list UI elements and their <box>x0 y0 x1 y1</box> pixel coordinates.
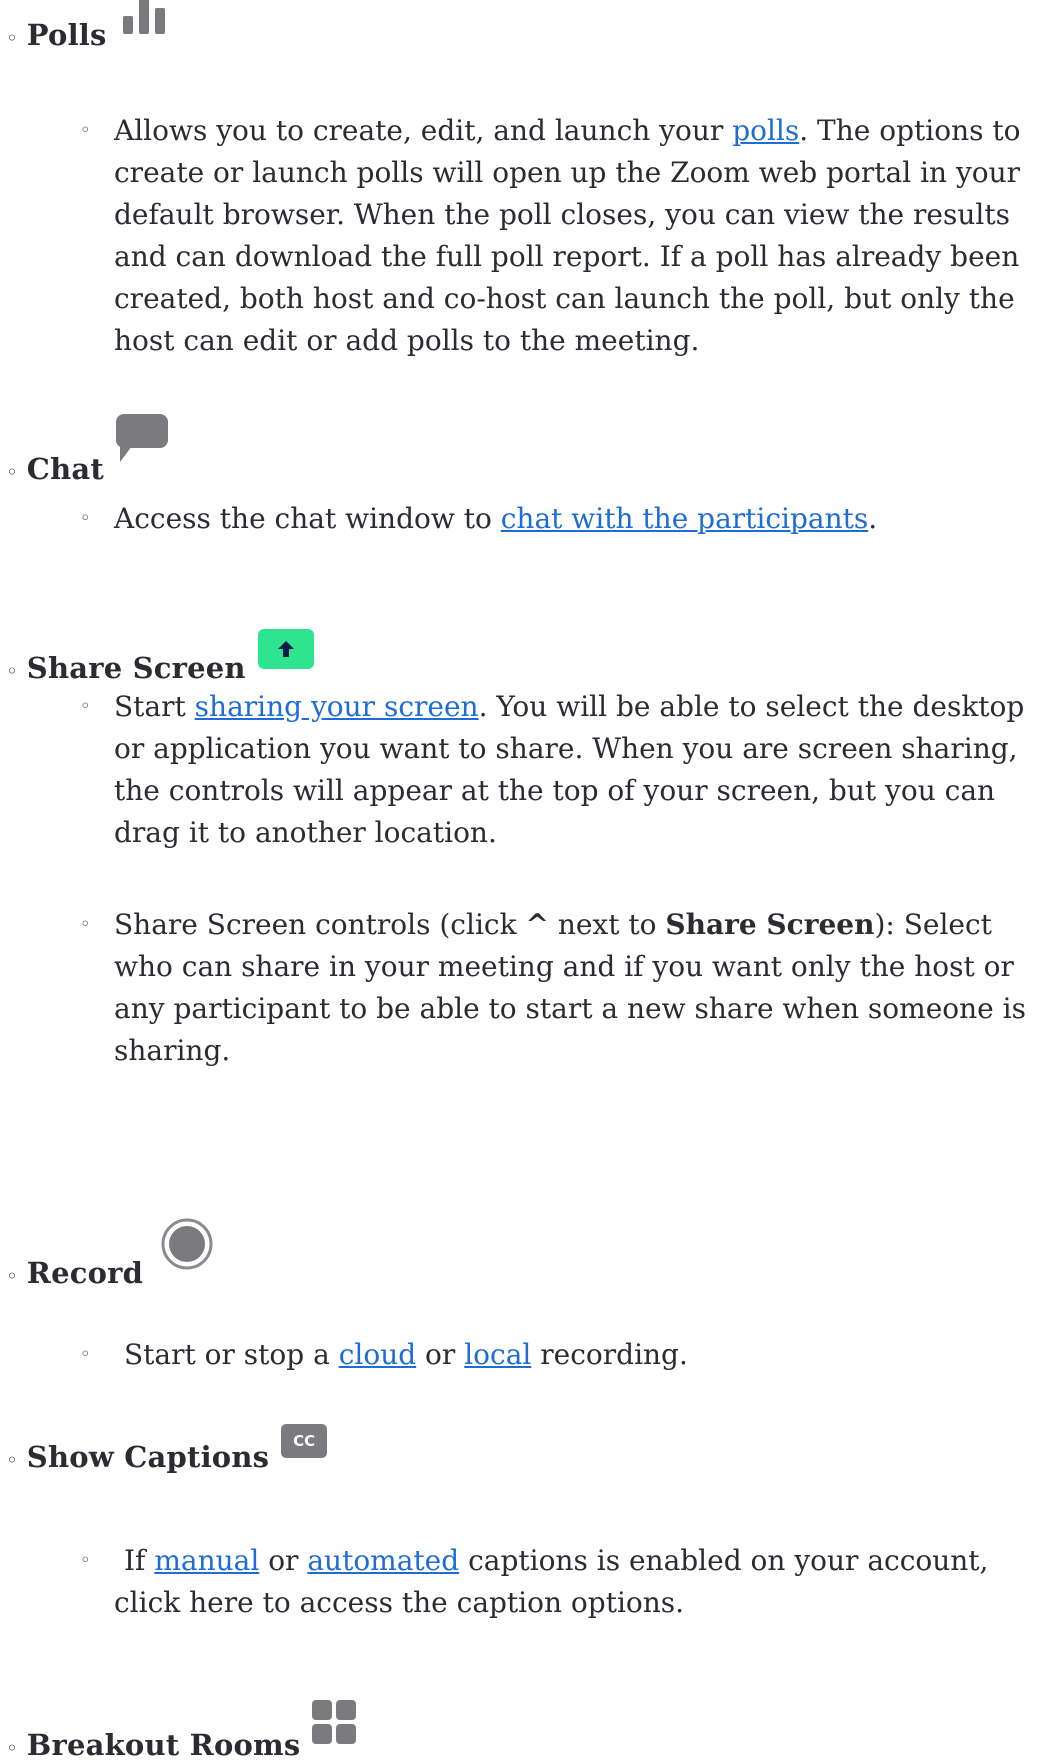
bullet: ◦ <box>6 460 18 484</box>
heading-share-screen: ◦ Share Screen <box>0 629 314 685</box>
breakout-rooms-title: Breakout Rooms <box>26 1728 301 1762</box>
bullet: ◦ <box>80 120 91 141</box>
heading-show-captions: ◦ Show Captions CC <box>0 1424 328 1474</box>
share-screen-icon <box>257 629 314 669</box>
paragraph: Start sharing your screen. You will be a… <box>114 690 1025 849</box>
heading-polls: ◦ Polls <box>0 0 167 52</box>
local-recording-link[interactable]: local <box>464 1338 531 1371</box>
bullet: ◦ <box>80 1550 91 1571</box>
share-screen-controls-description: ◦ Share Screen controls (click ^ next to… <box>80 904 1046 1072</box>
show-captions-description: ◦ If manual or automated captions is ena… <box>80 1540 1046 1624</box>
cc-icon: CC <box>281 1424 328 1458</box>
heading-chat: ◦ Chat <box>0 414 170 486</box>
chat-bubble-icon <box>114 414 170 466</box>
caret-symbol: ^ <box>525 908 549 941</box>
breakout-rooms-icon <box>310 1698 358 1750</box>
bullet: ◦ <box>6 1448 18 1472</box>
polls-link[interactable]: polls <box>732 114 799 147</box>
paragraph: If manual or automated captions is enabl… <box>114 1544 989 1619</box>
paragraph: Allows you to create, edit, and launch y… <box>114 114 1021 357</box>
record-title: Record <box>26 1256 144 1290</box>
heading-breakout-rooms: ◦ Breakout Rooms <box>0 1700 358 1762</box>
show-captions-title: Show Captions <box>26 1440 270 1474</box>
chat-description: ◦ Access the chat window to chat with th… <box>80 498 1046 540</box>
paragraph: Start or stop a cloud or local recording… <box>124 1338 688 1371</box>
bullet: ◦ <box>80 696 91 717</box>
bullet: ◦ <box>80 914 91 935</box>
paragraph: Share Screen controls (click ^ next to S… <box>114 908 1026 1067</box>
bullet: ◦ <box>6 26 18 50</box>
bullet: ◦ <box>6 1264 18 1288</box>
record-icon <box>161 1218 213 1274</box>
bullet: ◦ <box>6 1736 18 1760</box>
cloud-recording-link[interactable]: cloud <box>339 1338 416 1371</box>
paragraph: Access the chat window to chat with the … <box>114 502 878 535</box>
bullet: ◦ <box>80 1344 91 1365</box>
polls-description: ◦ Allows you to create, edit, and launch… <box>80 110 1046 362</box>
record-description: ◦ Start or stop a cloud or local recordi… <box>80 1334 1046 1376</box>
share-screen-description: ◦ Start sharing your screen. You will be… <box>80 686 1046 854</box>
polls-title: Polls <box>26 18 107 52</box>
automated-captions-link[interactable]: automated <box>307 1544 459 1577</box>
sharing-your-screen-link[interactable]: sharing your screen <box>195 690 479 723</box>
share-screen-title: Share Screen <box>26 651 246 685</box>
chat-with-participants-link[interactable]: chat with the participants <box>501 502 869 535</box>
chat-title: Chat <box>26 452 104 486</box>
bullet: ◦ <box>80 508 91 529</box>
bullet: ◦ <box>6 659 18 683</box>
share-screen-bold: Share Screen <box>665 908 875 941</box>
bar-chart-icon <box>121 0 167 38</box>
heading-record: ◦ Record <box>0 1218 213 1290</box>
manual-captions-link[interactable]: manual <box>154 1544 259 1577</box>
